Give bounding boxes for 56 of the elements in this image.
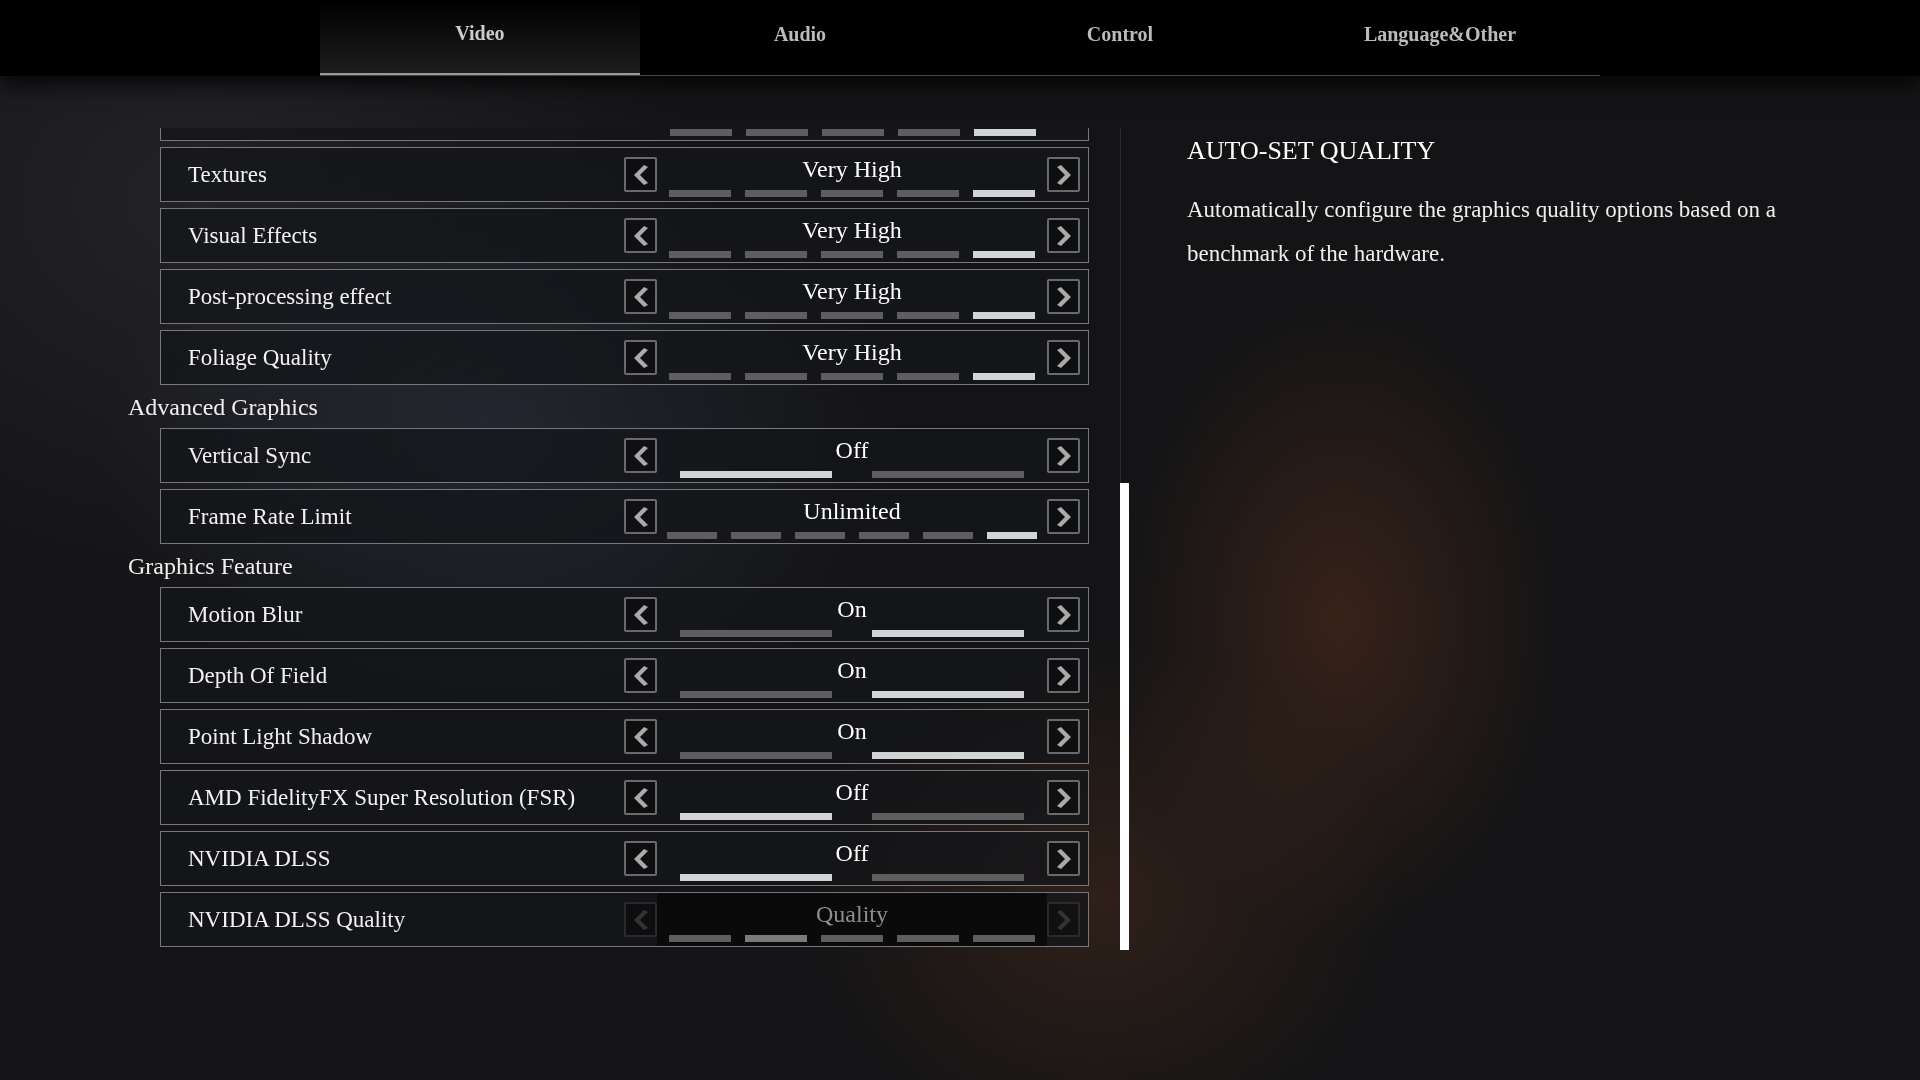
- setting-label: Depth Of Field: [187, 662, 329, 689]
- setting-label: Textures: [187, 161, 268, 188]
- next-button[interactable]: [1047, 340, 1080, 375]
- next-button[interactable]: [1047, 658, 1080, 693]
- scrollbar-thumb[interactable]: [1120, 483, 1129, 950]
- setting-value: Very High: [802, 277, 902, 306]
- previous-button[interactable]: [624, 279, 657, 314]
- setting-label: Point Light Shadow: [187, 723, 373, 750]
- setting-label: Motion Blur: [187, 601, 304, 628]
- previous-button[interactable]: [624, 658, 657, 693]
- panel-title: AUTO-SET QUALITY: [1187, 136, 1437, 166]
- next-button[interactable]: [1047, 279, 1080, 314]
- panel-description: Automatically configure the graphics quality options based on a benchmark of the hardware.: [1187, 196, 1777, 268]
- setting-label: Foliage Quality: [187, 344, 333, 371]
- previous-button[interactable]: [624, 597, 657, 632]
- previous-button[interactable]: [624, 719, 657, 754]
- setting-label: Frame Rate Limit: [187, 503, 353, 530]
- previous-button[interactable]: [624, 499, 657, 534]
- next-button[interactable]: [1047, 841, 1080, 876]
- setting-value: Off: [835, 436, 869, 465]
- next-button[interactable]: [1047, 157, 1080, 192]
- tab[interactable]: Audio: [640, 0, 960, 75]
- previous-button[interactable]: [624, 340, 657, 375]
- scrollbar[interactable]: [1120, 128, 1131, 950]
- setting-value: Very High: [802, 216, 902, 245]
- previous-button[interactable]: [624, 841, 657, 876]
- previous-button[interactable]: [624, 157, 657, 192]
- setting-value: Off: [835, 839, 869, 868]
- setting-label: AMD FidelityFX Super Resolution (FSR): [187, 784, 577, 811]
- next-button[interactable]: [1047, 780, 1080, 815]
- section-heading: Advanced Graphics: [128, 393, 319, 422]
- setting-label: Vertical Sync: [187, 442, 313, 469]
- setting-label: Visual Effects: [187, 222, 319, 249]
- tab[interactable]: Language&Other: [1280, 0, 1600, 75]
- setting-value: On: [837, 595, 867, 624]
- section-heading: Graphics Feature: [128, 552, 294, 581]
- setting-value: On: [837, 717, 867, 746]
- tab[interactable]: Control: [960, 0, 1280, 75]
- setting-value: Unlimited: [803, 497, 901, 526]
- next-button[interactable]: [1047, 719, 1080, 754]
- setting-value: Off: [835, 778, 869, 807]
- next-button[interactable]: [1047, 597, 1080, 632]
- setting-label: NVIDIA DLSS: [187, 845, 332, 872]
- setting-label: NVIDIA DLSS Quality: [187, 906, 407, 933]
- setting-label: Post-processing effect: [187, 283, 393, 310]
- next-button[interactable]: [1047, 499, 1080, 534]
- tab[interactable]: Video: [320, 0, 640, 75]
- setting-value: Very High: [802, 338, 902, 367]
- next-button[interactable]: [1047, 218, 1080, 253]
- next-button[interactable]: [1047, 438, 1080, 473]
- setting-value: Quality: [816, 900, 888, 929]
- previous-button[interactable]: [624, 780, 657, 815]
- previous-button[interactable]: [624, 218, 657, 253]
- setting-value: Very High: [802, 155, 902, 184]
- setting-value: On: [837, 656, 867, 685]
- previous-button[interactable]: [624, 438, 657, 473]
